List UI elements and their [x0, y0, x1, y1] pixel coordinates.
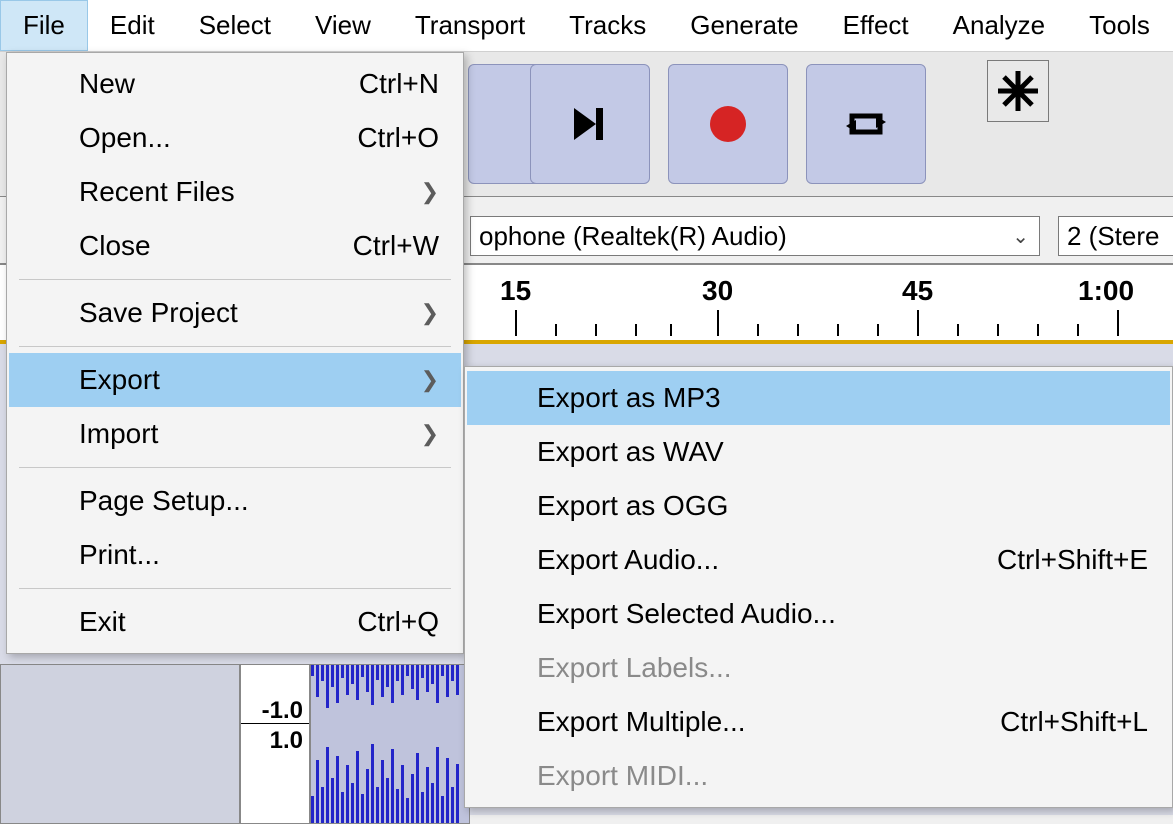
- timeline-label: 1:00: [1078, 275, 1134, 307]
- submenu-arrow-icon: ❯: [421, 367, 439, 393]
- file-menu-print[interactable]: Print...: [9, 528, 461, 582]
- file-menu-recent-files[interactable]: Recent Files ❯: [9, 165, 461, 219]
- file-menu-page-setup[interactable]: Page Setup...: [9, 474, 461, 528]
- vruler-label: -1.0: [262, 697, 303, 725]
- file-menu-import[interactable]: Import ❯: [9, 407, 461, 461]
- menu-item-tools[interactable]: Tools: [1067, 0, 1172, 51]
- menu-item-label: Export as OGG: [537, 490, 1148, 522]
- export-as-ogg[interactable]: Export as OGG: [467, 479, 1170, 533]
- recording-channels-select[interactable]: 2 (Stere: [1058, 216, 1173, 256]
- menu-item-analyze[interactable]: Analyze: [931, 0, 1068, 51]
- skip-end-icon: [566, 100, 614, 148]
- menu-item-label: Export Labels...: [537, 652, 1148, 684]
- menu-item-effect[interactable]: Effect: [821, 0, 931, 51]
- export-selected-audio[interactable]: Export Selected Audio...: [467, 587, 1170, 641]
- menu-item-label: Import: [79, 418, 381, 450]
- file-menu-export[interactable]: Export ❯: [9, 353, 461, 407]
- file-menu-exit[interactable]: Exit Ctrl+Q: [9, 595, 461, 649]
- loop-button[interactable]: [806, 64, 926, 184]
- menu-item-label: Export as MP3: [537, 382, 1148, 414]
- menu-item-shortcut: Ctrl+W: [353, 230, 439, 262]
- vertical-ruler: -1.0 1.0: [240, 664, 310, 824]
- menu-item-label: Export Selected Audio...: [537, 598, 1148, 630]
- menu-separator: [19, 467, 451, 468]
- submenu-arrow-icon: ❯: [421, 179, 439, 205]
- menu-item-label: Close: [79, 230, 313, 262]
- file-menu-open[interactable]: Open... Ctrl+O: [9, 111, 461, 165]
- vruler-label: 1.0: [270, 727, 303, 755]
- timeline-label: 45: [902, 275, 933, 307]
- menu-item-label: Print...: [79, 539, 439, 571]
- menu-item-shortcut: Ctrl+N: [359, 68, 439, 100]
- export-as-mp3[interactable]: Export as MP3: [467, 371, 1170, 425]
- menu-item-label: Open...: [79, 122, 317, 154]
- timeline-label: 15: [500, 275, 531, 307]
- menu-item-label: Save Project: [79, 297, 381, 329]
- submenu-arrow-icon: ❯: [421, 421, 439, 447]
- menu-item-label: Recent Files: [79, 176, 381, 208]
- recording-device-select[interactable]: ophone (Realtek(R) Audio) ⌄: [470, 216, 1040, 256]
- record-button[interactable]: [668, 64, 788, 184]
- export-submenu-dropdown: Export as MP3 Export as WAV Export as OG…: [464, 366, 1173, 808]
- menu-item-label: Export MIDI...: [537, 760, 1148, 792]
- chevron-down-icon: ⌄: [1012, 224, 1029, 249]
- menu-item-tracks[interactable]: Tracks: [547, 0, 668, 51]
- menu-item-label: Page Setup...: [79, 485, 439, 517]
- file-menu-new[interactable]: New Ctrl+N: [9, 57, 461, 111]
- menubar: File Edit Select View Transport Tracks G…: [0, 0, 1173, 52]
- menu-item-shortcut: Ctrl+Shift+E: [997, 544, 1148, 576]
- menu-item-label: Export Multiple...: [537, 706, 960, 738]
- menu-item-select[interactable]: Select: [177, 0, 293, 51]
- record-icon: [704, 100, 752, 148]
- waveform-display[interactable]: [310, 664, 470, 824]
- menu-separator: [19, 588, 451, 589]
- menu-item-label: Export as WAV: [537, 436, 1148, 468]
- export-as-wav[interactable]: Export as WAV: [467, 425, 1170, 479]
- multitool-icon: [996, 69, 1040, 113]
- menu-separator: [19, 346, 451, 347]
- file-menu-close[interactable]: Close Ctrl+W: [9, 219, 461, 273]
- menu-item-view[interactable]: View: [293, 0, 393, 51]
- menu-item-transport[interactable]: Transport: [393, 0, 547, 51]
- menu-item-file[interactable]: File: [0, 0, 88, 51]
- menu-item-label: Export: [79, 364, 381, 396]
- menu-item-shortcut: Ctrl+O: [357, 122, 439, 154]
- loop-icon: [842, 100, 890, 148]
- menu-item-label: Exit: [79, 606, 317, 638]
- export-labels: Export Labels...: [467, 641, 1170, 695]
- menu-item-shortcut: Ctrl+Q: [357, 606, 439, 638]
- menu-item-label: Export Audio...: [537, 544, 957, 576]
- menu-item-edit[interactable]: Edit: [88, 0, 177, 51]
- menu-separator: [19, 279, 451, 280]
- export-midi: Export MIDI...: [467, 749, 1170, 803]
- file-menu-save-project[interactable]: Save Project ❯: [9, 286, 461, 340]
- recording-channels-value: 2 (Stere: [1067, 221, 1160, 252]
- menu-item-generate[interactable]: Generate: [668, 0, 820, 51]
- menu-item-shortcut: Ctrl+Shift+L: [1000, 706, 1148, 738]
- submenu-arrow-icon: ❯: [421, 300, 439, 326]
- multi-tool-button[interactable]: [987, 60, 1049, 122]
- skip-end-button[interactable]: [530, 64, 650, 184]
- recording-device-value: ophone (Realtek(R) Audio): [479, 221, 787, 252]
- file-menu-dropdown: New Ctrl+N Open... Ctrl+O Recent Files ❯…: [6, 52, 464, 654]
- timeline-ticks: [470, 306, 1173, 336]
- timeline-label: 30: [702, 275, 733, 307]
- export-audio[interactable]: Export Audio... Ctrl+Shift+E: [467, 533, 1170, 587]
- menu-item-label: New: [79, 68, 319, 100]
- export-multiple[interactable]: Export Multiple... Ctrl+Shift+L: [467, 695, 1170, 749]
- track-control-panel[interactable]: [0, 664, 240, 824]
